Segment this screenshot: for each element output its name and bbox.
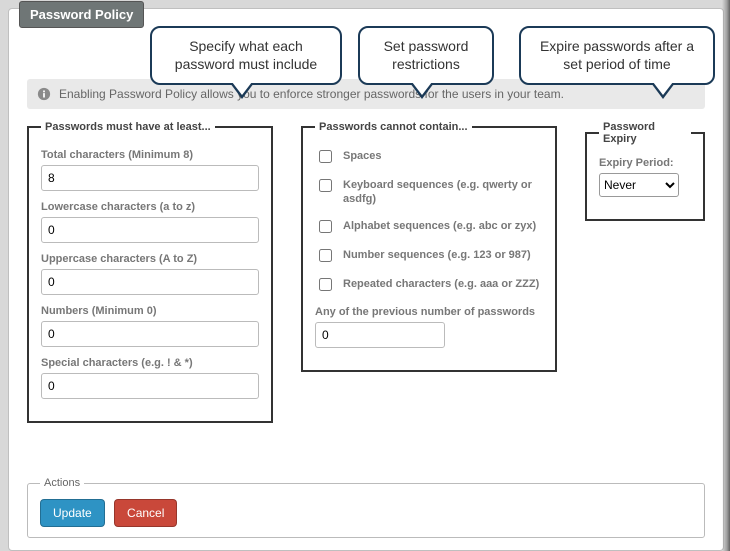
cancel-button[interactable]: Cancel	[114, 499, 177, 527]
passwords-cannot-contain-box: Passwords cannot contain... Spaces Keybo…	[301, 121, 557, 372]
actions-legend: Actions	[40, 477, 84, 489]
keyboard-seq-checkbox[interactable]	[319, 179, 332, 192]
alphabet-seq-label: Alphabet sequences (e.g. abc or zyx)	[343, 219, 536, 233]
uppercase-label: Uppercase characters (A to Z)	[41, 253, 259, 265]
keyboard-seq-label: Keyboard sequences (e.g. qwerty or asdfg…	[343, 178, 543, 207]
uppercase-input[interactable]	[41, 269, 259, 295]
callout-text: Specify what each password must include	[175, 38, 317, 72]
actions-box: Actions Update Cancel	[27, 477, 705, 538]
info-text: Enabling Password Policy allows you to e…	[59, 87, 564, 101]
repeated-checkbox[interactable]	[319, 278, 332, 291]
callout-text: Set password restrictions	[384, 38, 469, 72]
total-characters-label: Total characters (Minimum 8)	[41, 149, 259, 161]
expiry-period-select[interactable]: Never	[599, 173, 679, 197]
special-input[interactable]	[41, 373, 259, 399]
total-characters-input[interactable]	[41, 165, 259, 191]
passwords-must-have-box: Passwords must have at least... Total ch…	[27, 121, 273, 423]
numbers-input[interactable]	[41, 321, 259, 347]
special-label: Special characters (e.g. ! & *)	[41, 357, 259, 369]
passwords-cannot-contain-legend: Passwords cannot contain...	[315, 121, 472, 133]
repeated-label: Repeated characters (e.g. aaa or ZZZ)	[343, 277, 539, 291]
number-seq-label: Number sequences (e.g. 123 or 987)	[343, 248, 531, 262]
lowercase-label: Lowercase characters (a to z)	[41, 201, 259, 213]
info-icon	[37, 87, 51, 101]
spaces-label: Spaces	[343, 149, 382, 163]
previous-passwords-input[interactable]	[315, 322, 445, 348]
number-seq-checkbox[interactable]	[319, 249, 332, 262]
password-policy-panel: Password Policy Enabling Password Policy…	[8, 8, 724, 551]
alphabet-seq-checkbox[interactable]	[319, 220, 332, 233]
numbers-label: Numbers (Minimum 0)	[41, 305, 259, 317]
callout-restrictions: Set password restrictions	[358, 26, 494, 85]
lowercase-input[interactable]	[41, 217, 259, 243]
callout-must-include: Specify what each password must include	[150, 26, 342, 85]
previous-passwords-label: Any of the previous number of passwords	[315, 306, 543, 318]
panel-title: Password Policy	[19, 1, 144, 28]
expiry-period-label: Expiry Period:	[599, 157, 691, 169]
passwords-must-have-legend: Passwords must have at least...	[41, 121, 215, 133]
update-button[interactable]: Update	[40, 499, 105, 527]
password-expiry-box: Password Expiry Expiry Period: Never	[585, 121, 705, 221]
password-expiry-legend: Password Expiry	[599, 121, 691, 145]
spaces-checkbox[interactable]	[319, 150, 332, 163]
callout-text: Expire passwords after a set period of t…	[540, 38, 694, 72]
callout-expiry: Expire passwords after a set period of t…	[519, 26, 715, 85]
